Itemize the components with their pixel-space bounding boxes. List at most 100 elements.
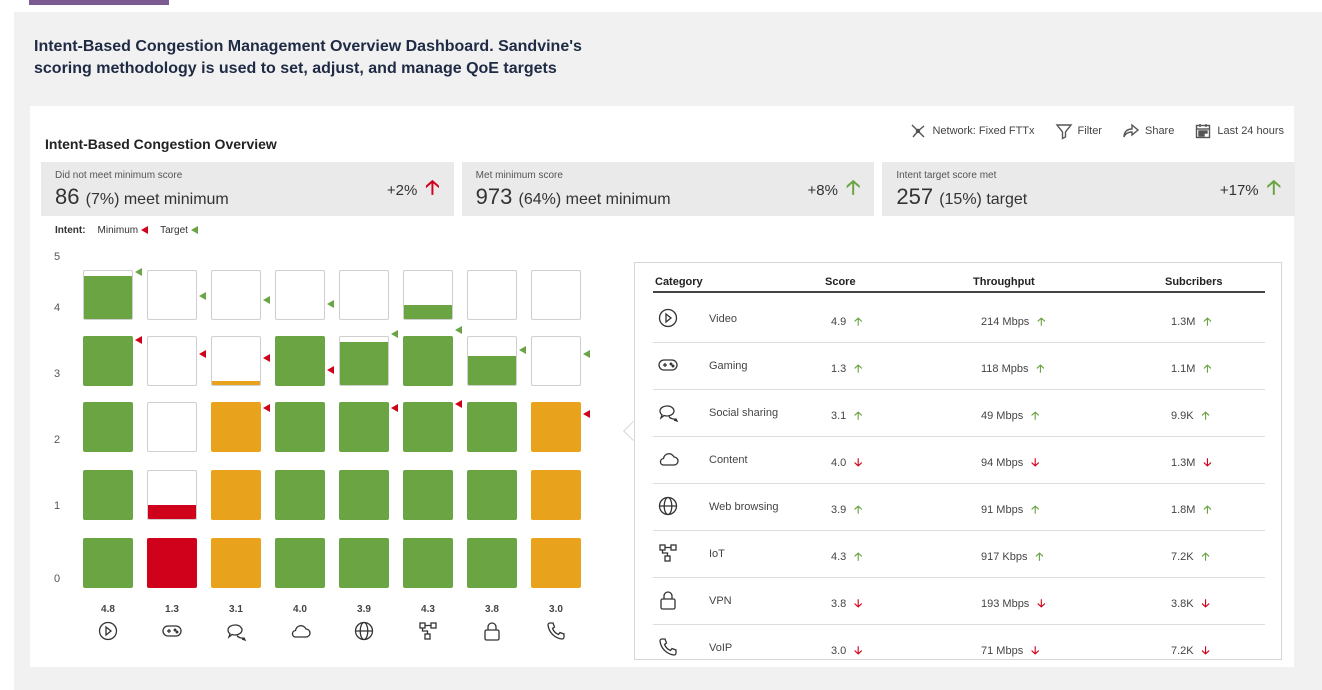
y-axis-label: 5 (54, 251, 61, 263)
minimum-marker-icon (199, 350, 206, 358)
table-row[interactable]: Content 4.0 🡣 94 Mbps 🡣 1.3M 🡣 (653, 438, 1265, 484)
figure-panel: Intent-Based Congestion Management Overv… (14, 12, 1322, 690)
trend-up-icon: 🡡 (1201, 410, 1210, 422)
dashboard-card: Intent-Based Congestion Overview Network… (30, 106, 1296, 667)
column-score: 4.8 (101, 604, 115, 615)
score-cell[interactable] (339, 470, 389, 520)
network-selector[interactable]: Network: Fixed FTTx (909, 122, 1035, 140)
table-row[interactable]: Web browsing 3.9 🡡 91 Mbps 🡡 1.8M 🡡 (653, 485, 1265, 531)
row-throughput: 94 Mbps 🡣 (981, 457, 1040, 469)
date-range-selector[interactable]: Last 24 hours (1194, 122, 1284, 140)
score-cell-fill (467, 470, 517, 520)
score-cell[interactable] (275, 538, 325, 588)
score-cell[interactable] (275, 270, 325, 320)
score-cell[interactable] (211, 270, 261, 320)
score-cell[interactable] (467, 402, 517, 452)
share-icon (1123, 123, 1140, 138)
minimum-marker-icon (583, 410, 590, 418)
score-cell-fill (211, 538, 261, 588)
score-cell[interactable] (531, 336, 581, 386)
score-cell[interactable] (147, 402, 197, 452)
score-cell[interactable] (83, 270, 133, 320)
score-cell[interactable] (531, 402, 581, 452)
score-cell[interactable] (403, 470, 453, 520)
score-cell[interactable] (467, 336, 517, 386)
score-cell[interactable] (339, 336, 389, 386)
minimum-marker-icon (263, 404, 270, 412)
score-cell-fill (339, 470, 389, 520)
row-subscribers: 9.9K 🡡 (1171, 410, 1210, 422)
score-cell-fill (83, 402, 133, 452)
score-cell[interactable] (467, 270, 517, 320)
y-axis-label: 0 (54, 573, 61, 585)
score-cell[interactable] (275, 402, 325, 452)
score-cell[interactable] (83, 336, 133, 386)
row-throughput: 917 Kbps 🡡 (981, 551, 1044, 563)
score-cell[interactable] (531, 470, 581, 520)
score-cell[interactable] (147, 336, 197, 386)
table-row[interactable]: Gaming 1.3 🡡 118 Mpbs 🡡 1.1M 🡡 (653, 344, 1265, 390)
score-cell-fill (212, 381, 260, 385)
target-marker-icon (199, 292, 206, 300)
score-cell[interactable] (211, 402, 261, 452)
column-score: 1.3 (165, 604, 179, 615)
score-cell[interactable] (467, 470, 517, 520)
score-cell[interactable] (403, 402, 453, 452)
filter-button[interactable]: Filter (1055, 122, 1102, 140)
row-category: Video (709, 313, 737, 325)
share-button[interactable]: Share (1122, 122, 1174, 140)
target-marker-icon (391, 330, 398, 338)
table-row[interactable]: IoT 4.3 🡡 917 Kbps 🡡 7.2K 🡡 (653, 532, 1265, 578)
score-cell[interactable] (83, 470, 133, 520)
legend-minimum: Minimum (98, 225, 149, 236)
iot-icon (403, 620, 453, 647)
score-cell[interactable] (339, 270, 389, 320)
score-cell[interactable] (531, 270, 581, 320)
score-cell[interactable] (339, 538, 389, 588)
table-row[interactable]: Video 4.9 🡡 214 Mbps 🡡 1.3M 🡡 (653, 297, 1265, 343)
score-cell[interactable] (403, 538, 453, 588)
score-cell[interactable] (211, 470, 261, 520)
score-cell-fill (339, 538, 389, 588)
score-cell-fill (275, 538, 325, 588)
trend-down-icon: 🡣 (854, 598, 863, 610)
score-cell[interactable] (83, 402, 133, 452)
score-cell[interactable] (147, 538, 197, 588)
score-cell[interactable] (83, 538, 133, 588)
score-cell[interactable] (147, 470, 197, 520)
score-cell-fill (83, 538, 133, 588)
minimum-marker-icon (141, 226, 149, 235)
score-cell[interactable] (211, 336, 261, 386)
phone-icon (531, 620, 581, 647)
table-row[interactable]: VPN 3.8 🡣 193 Mbps 🡣 3.8K 🡣 (653, 579, 1265, 625)
arrow-up-icon: 🡡 (425, 177, 440, 199)
row-throughput: 91 Mbps 🡡 (981, 504, 1040, 516)
trend-up-icon: 🡡 (1031, 410, 1040, 422)
score-cell[interactable] (467, 538, 517, 588)
column-score: 4.0 (293, 604, 307, 615)
score-cell[interactable] (147, 270, 197, 320)
score-cell[interactable] (275, 470, 325, 520)
row-throughput: 49 Mbps 🡡 (981, 410, 1040, 422)
row-score: 3.8 🡣 (831, 598, 863, 610)
score-cell[interactable] (531, 538, 581, 588)
share-label: Share (1144, 125, 1175, 137)
row-score: 3.0 🡣 (831, 645, 863, 657)
legend-target: Target (160, 225, 198, 236)
row-subscribers: 7.2K 🡡 (1171, 551, 1210, 563)
table-row[interactable]: VoIP 3.0 🡣 71 Mbps 🡣 7.2K 🡣 (653, 626, 1265, 672)
score-cell[interactable] (275, 336, 325, 386)
row-category: Gaming (709, 360, 748, 372)
stat-sub: (64%) meet minimum (518, 191, 671, 208)
row-subscribers: 1.8M 🡡 (1171, 504, 1212, 516)
stat-sub: (15%) target (939, 191, 1028, 208)
table-row[interactable]: Social sharing 3.1 🡡 49 Mbps 🡡 9.9K 🡡 (653, 391, 1265, 437)
score-cell[interactable] (211, 538, 261, 588)
stat-sub: (7%) meet minimum (85, 191, 229, 208)
stat-label: Met minimum score (475, 170, 563, 181)
cloud-icon (275, 620, 325, 647)
score-cell[interactable] (339, 402, 389, 452)
score-cell[interactable] (403, 336, 453, 386)
minimum-marker-icon (391, 404, 398, 412)
score-cell[interactable] (403, 270, 453, 320)
